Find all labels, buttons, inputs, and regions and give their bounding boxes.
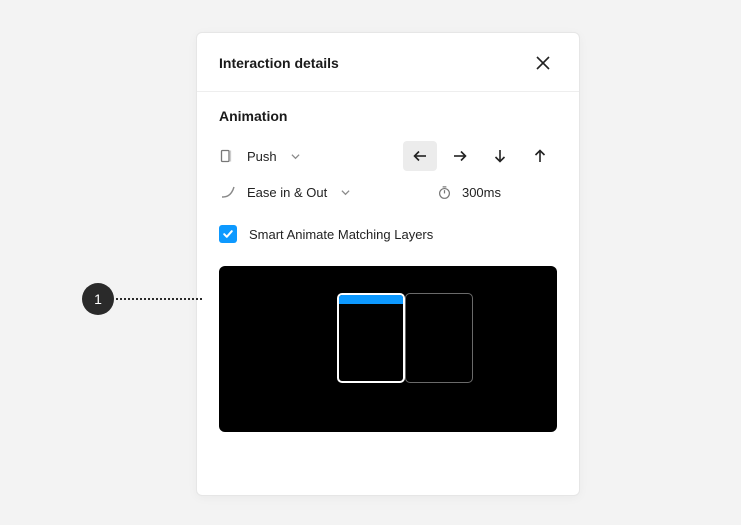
chevron-down-icon [341, 188, 350, 197]
panel-title: Interaction details [219, 55, 339, 71]
annotation-1: 1 [82, 283, 202, 315]
annotation-leader-line [116, 298, 202, 300]
push-icon [219, 148, 237, 164]
interaction-details-panel: Interaction details Animation Push [196, 32, 580, 496]
close-button[interactable] [529, 49, 557, 77]
arrow-down-icon [492, 148, 508, 164]
section-title: Animation [219, 108, 557, 124]
duration-field[interactable]: 300ms [437, 185, 557, 200]
smart-animate-row: Smart Animate Matching Layers [219, 216, 557, 252]
chevron-down-icon [291, 152, 300, 161]
preview-frame-back [405, 293, 473, 383]
direction-left-button[interactable] [403, 141, 437, 171]
panel-header: Interaction details [197, 33, 579, 92]
ease-curve-icon [219, 184, 237, 200]
easing-row: Ease in & Out 300ms [219, 174, 557, 210]
direction-right-button[interactable] [443, 141, 477, 171]
easing-label: Ease in & Out [247, 185, 327, 200]
arrow-left-icon [412, 148, 428, 164]
timer-icon [437, 185, 452, 200]
arrow-up-icon [532, 148, 548, 164]
smart-animate-checkbox[interactable] [219, 225, 237, 243]
transition-select[interactable]: Push [219, 148, 300, 164]
annotation-badge: 1 [82, 283, 114, 315]
transition-label: Push [247, 149, 277, 164]
check-icon [222, 228, 234, 240]
duration-label: 300ms [462, 185, 501, 200]
close-icon [535, 55, 551, 71]
direction-down-button[interactable] [483, 141, 517, 171]
direction-up-button[interactable] [523, 141, 557, 171]
direction-group [403, 141, 557, 171]
preview-frame-front [337, 293, 405, 383]
smart-animate-label: Smart Animate Matching Layers [249, 227, 433, 242]
arrow-right-icon [452, 148, 468, 164]
animation-section: Animation Push [197, 92, 579, 252]
animation-preview [219, 266, 557, 432]
preview-frame-header [339, 295, 403, 304]
transition-row: Push [219, 138, 557, 174]
easing-select[interactable]: Ease in & Out [219, 184, 350, 200]
